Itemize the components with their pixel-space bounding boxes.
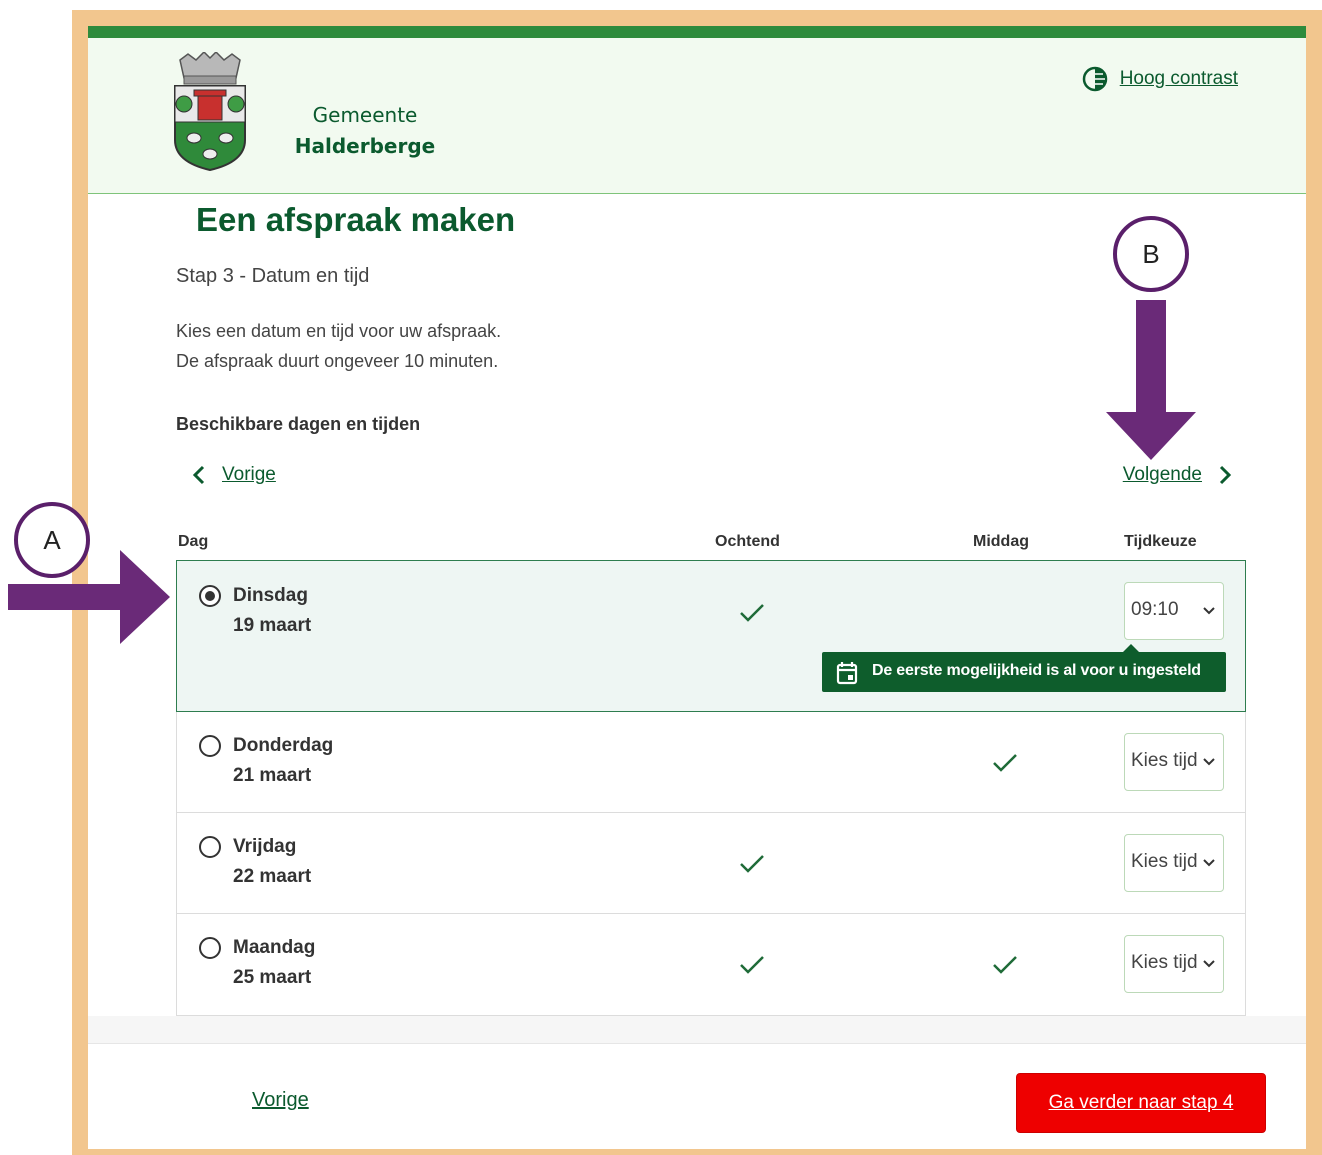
time-select[interactable]: Kies tijd [1124,834,1224,892]
intro-line-1: Kies een datum en tijd voor uw afspraak. [176,321,502,341]
site-header: Gemeente Halderberge Hoog contrast [88,38,1306,194]
available-heading: Beschikbare dagen en tijden [176,414,421,434]
chevron-down-icon [1203,607,1215,615]
morning-check-icon [740,956,764,974]
tooltip-text: De eerste mogelijkheid is al voor u inge… [872,662,1201,679]
day-radio[interactable] [199,836,221,858]
column-header-time-choice: Tijdkeuze [1124,533,1197,550]
coat-of-arms-logo [174,52,246,172]
table-row[interactable]: Maandag 25 maart Kies tijd [177,914,1245,1015]
intro-line-2: De afspraak duurt ongeveer 10 minuten. [176,351,499,371]
footer-previous-link[interactable]: Vorige [252,1089,309,1112]
day-radio[interactable] [199,735,221,757]
intro-text: Kies een datum en tijd voor uw afspraak.… [176,316,501,376]
day-name: Dinsdag [233,585,308,606]
continue-step-4-button[interactable]: Ga verder naar stap 4 [1016,1073,1266,1133]
municipality-line2: Halderberge [294,134,436,158]
table-row[interactable]: Vrijdag 22 maart Kies tijd [177,813,1245,914]
day-date: 21 maart [233,765,312,786]
contrast-icon [1082,66,1107,92]
chevron-down-icon [1203,859,1215,867]
appointment-page: Gemeente Halderberge Hoog contrast Een a… [88,26,1306,1149]
day-date: 22 maart [233,866,312,887]
high-contrast-toggle[interactable]: Hoog contrast [1082,66,1238,92]
high-contrast-link[interactable]: Hoog contrast [1120,68,1238,90]
annotation-label-b: B [1113,216,1189,292]
afternoon-check-icon [993,956,1017,974]
time-select-value: Kies tijd [1131,750,1198,771]
table-row[interactable]: Donderdag 21 maart Kies tijd [177,712,1245,813]
morning-check-icon [740,855,764,873]
annotation-arrow-b [1106,300,1196,460]
day-name: Vrijdag [233,836,297,857]
tooltip-pointer [1122,644,1140,653]
column-header-morning: Ochtend [715,533,780,550]
day-radio[interactable] [199,937,221,959]
day-radio-selected[interactable] [199,585,221,607]
page-title: Een afspraak maken [196,201,516,238]
time-select[interactable]: Kies tijd [1124,935,1224,993]
chevron-down-icon [1203,960,1215,968]
step-indicator: Stap 3 - Datum en tijd [176,265,370,287]
next-week-nav[interactable]: Volgende [1123,464,1232,486]
municipality-name: Gemeente Halderberge [290,100,440,162]
availability-table: Dinsdag 19 maart 09:10 De eerste mogelij… [176,560,1246,1016]
footer-divider [88,1016,1306,1044]
annotation-label-a: A [14,502,90,578]
time-select-value: Kies tijd [1131,952,1198,973]
time-select[interactable]: Kies tijd [1124,733,1224,791]
day-name: Maandag [233,937,316,958]
day-name: Donderdag [233,735,334,756]
column-header-day: Dag [178,533,209,550]
calendar-icon [836,662,858,685]
top-accent-bar [88,26,1306,38]
column-header-afternoon: Middag [973,533,1029,550]
municipality-line1: Gemeente [312,103,418,127]
chevron-right-icon [1219,465,1232,485]
chevron-left-icon [192,465,205,485]
first-option-tooltip: De eerste mogelijkheid is al voor u inge… [822,644,1226,692]
previous-week-link[interactable]: Vorige [222,464,276,486]
time-select-value: 09:10 [1131,599,1179,620]
day-date: 25 maart [233,967,312,988]
next-week-link[interactable]: Volgende [1123,464,1202,486]
time-select[interactable]: 09:10 [1124,582,1224,640]
time-select-value: Kies tijd [1131,851,1198,872]
previous-week-nav[interactable]: Vorige [192,464,276,486]
morning-check-icon [740,604,764,622]
day-date: 19 maart [233,615,312,636]
afternoon-check-icon [993,754,1017,772]
table-row[interactable]: Dinsdag 19 maart 09:10 De eerste mogelij… [176,560,1246,712]
chevron-down-icon [1203,758,1215,766]
